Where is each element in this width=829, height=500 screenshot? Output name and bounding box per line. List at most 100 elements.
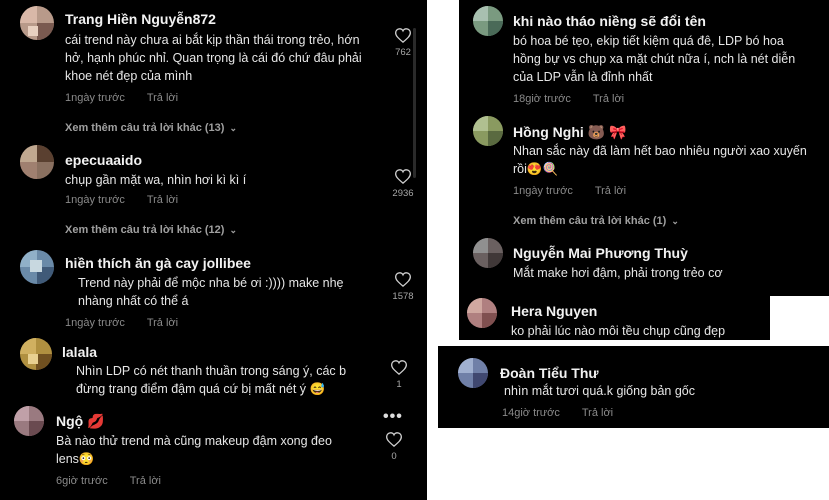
comment-text: Nhan sắc này đã làm hết bao nhiêu người …	[513, 142, 829, 178]
comment-text: ko phải lúc nào môi tều chụp cũng đẹp	[511, 322, 767, 340]
avatar[interactable]	[20, 338, 52, 370]
like-button[interactable]: 0	[374, 432, 414, 462]
comment-meta: 14giờ trước Trả lời	[502, 407, 613, 419]
avatar[interactable]	[20, 250, 54, 284]
commenter-name[interactable]: Hồng Nghi 🐻 🎀	[513, 124, 626, 141]
heart-icon	[395, 272, 411, 287]
view-more-replies-button[interactable]: Xem thêm câu trả lời khác (12) ⌄	[65, 224, 237, 236]
comment-line: hồng bự vs chụp xa mặt chút nữa í, nch l…	[513, 52, 796, 66]
comment-meta: 6giờ trước Trả lời	[56, 475, 161, 487]
comment: khi nào tháo niềng sẽ đổi tên bó hoa bé …	[473, 6, 829, 106]
comment-line: của LDP vẫn là đỉnh nhất	[513, 70, 653, 84]
commenter-name[interactable]: Nguyễn Mai Phương Thuỳ	[513, 245, 688, 261]
avatar[interactable]	[473, 116, 503, 146]
comment-line: nhàng nhất có thể á	[78, 294, 189, 308]
comment-line: cái trend này chưa ai bắt kịp thần thái …	[65, 33, 360, 47]
comment-line: bó hoa bé tẹo, ekip tiết kiệm quá đê, LD…	[513, 34, 784, 48]
comment-text: cái trend này chưa ai bắt kịp thần thái …	[65, 31, 385, 85]
view-more-label: Xem thêm câu trả lời khác (13)	[65, 122, 225, 134]
like-count: 1578	[392, 291, 414, 302]
comment: hiền thích ăn gà cay jollibee Trend này …	[20, 250, 420, 335]
avatar[interactable]	[14, 406, 44, 436]
commenter-name[interactable]: Trang Hiền Nguyễn872	[65, 11, 216, 27]
commenter-name[interactable]: Ngộ 💋	[56, 413, 105, 430]
chevron-down-icon: ⌄	[229, 225, 237, 235]
commenter-name[interactable]: hiền thích ăn gà cay jollibee	[65, 255, 251, 271]
comment-line: Trend này phải để mộc nha bé ơi :)))) ma…	[78, 276, 344, 290]
comment-line: khoe nét đẹp của mình	[65, 69, 193, 83]
heart-icon	[386, 432, 402, 447]
reply-button[interactable]: Trả lời	[147, 92, 178, 104]
comment: Ngộ 💋 Bà nào thử trend mà cũng makeup đậ…	[14, 406, 424, 496]
like-count: 2936	[392, 188, 414, 199]
reply-button[interactable]: Trả lời	[593, 93, 624, 105]
comment: Hồng Nghi 🐻 🎀 Nhan sắc này đã làm hết ba…	[473, 116, 829, 231]
comment-line: Mắt make hơi đậm, phải trong trẻo cơ	[513, 266, 723, 280]
timestamp: 18giờ trước	[513, 93, 571, 105]
like-count: 0	[391, 451, 397, 462]
avatar[interactable]	[20, 6, 54, 40]
heart-icon	[395, 169, 411, 184]
comment-line: đừng trang điểm đậm quá cứ bị mất nét ý …	[76, 382, 326, 396]
chevron-down-icon: ⌄	[229, 123, 237, 133]
timestamp: 1ngày trước	[65, 194, 125, 206]
avatar[interactable]	[467, 298, 497, 328]
comment: Nguyễn Mai Phương Thuỳ Mắt make hơi đậm,…	[473, 238, 829, 293]
comment-line: lens😳	[56, 452, 95, 466]
comment-line: ko phải lúc nào môi tều chụp cũng đẹp	[511, 324, 726, 338]
comment-line: hở, hạnh phúc nhỉ. Quan trọng là cái đó …	[65, 51, 362, 65]
comment-meta: 1ngày trước Trả lời	[65, 194, 178, 206]
comment: lalala Nhìn LDP có nét thanh thuần trong…	[20, 338, 420, 403]
reply-button[interactable]: Trả lời	[147, 194, 178, 206]
commenter-name[interactable]: khi nào tháo niềng sẽ đổi tên	[513, 13, 706, 29]
like-button[interactable]: 1578	[383, 272, 423, 302]
commenter-name[interactable]: Đoàn Tiểu Thư	[500, 365, 599, 381]
reply-button[interactable]: Trả lời	[582, 407, 613, 419]
right-comments-panel: khi nào tháo niềng sẽ đổi tên bó hoa bé …	[459, 0, 829, 296]
avatar[interactable]	[458, 358, 488, 388]
more-options-icon[interactable]: •••	[383, 408, 403, 426]
comment-text: Bà nào thử trend mà cũng makeup đậm xong…	[56, 432, 376, 468]
avatar[interactable]	[473, 6, 503, 36]
timestamp: 1ngày trước	[513, 185, 573, 197]
heart-icon	[391, 360, 407, 375]
chevron-down-icon: ⌄	[671, 216, 679, 226]
view-more-label: Xem thêm câu trả lời khác (12)	[65, 224, 225, 236]
like-button[interactable]: 1	[379, 360, 419, 390]
view-more-replies-button[interactable]: Xem thêm câu trả lời khác (13) ⌄	[65, 122, 237, 134]
heart-icon	[395, 28, 411, 43]
comment-text: bó hoa bé tẹo, ekip tiết kiệm quá đê, LD…	[513, 32, 829, 86]
like-button[interactable]: 762	[383, 28, 423, 58]
comment-crop: Đoàn Tiểu Thư nhìn mắt tươi quá.k giống …	[438, 346, 829, 428]
comment: Trang Hiền Nguyễn872 cái trend này chưa …	[20, 6, 420, 136]
comment-line: Bà nào thử trend mà cũng makeup đậm xong…	[56, 434, 332, 448]
comment-line: nhìn mắt tươi quá.k giống bản gốc	[504, 384, 695, 398]
comment-line: Nhan sắc này đã làm hết bao nhiêu người …	[513, 144, 807, 158]
comment: Hera Nguyen ko phải lúc nào môi tều chụp…	[467, 298, 767, 338]
reply-button[interactable]: Trả lời	[130, 475, 161, 487]
comment-line: Nhìn LDP có nét thanh thuần trong sáng ý…	[76, 364, 347, 378]
comment-line: rồi😍🍭	[513, 162, 559, 176]
comment-text: chụp gần mặt wa, nhìn hơi kì kì í	[65, 171, 385, 189]
timestamp: 1ngày trước	[65, 317, 125, 329]
left-comments-panel: Trang Hiền Nguyễn872 cái trend này chưa …	[0, 0, 427, 500]
comment-text: nhìn mắt tươi quá.k giống bản gốc	[504, 382, 814, 400]
reply-button[interactable]: Trả lời	[595, 185, 626, 197]
commenter-name[interactable]: Hera Nguyen	[511, 303, 597, 319]
comment-crop: Hera Nguyen ko phải lúc nào môi tều chụp…	[459, 296, 770, 340]
timestamp: 14giờ trước	[502, 407, 560, 419]
comment-meta: 18giờ trước Trả lời	[513, 93, 624, 105]
like-count: 1	[396, 379, 402, 390]
view-more-label: Xem thêm câu trả lời khác (1)	[513, 215, 667, 227]
avatar[interactable]	[20, 145, 54, 179]
reply-button[interactable]: Trả lời	[147, 317, 178, 329]
avatar[interactable]	[473, 238, 503, 268]
commenter-name[interactable]: epecuaaido	[65, 152, 142, 168]
commenter-name[interactable]: lalala	[62, 344, 97, 360]
timestamp: 6giờ trước	[56, 475, 108, 487]
like-button[interactable]: 2936	[383, 169, 423, 199]
comment: Đoàn Tiểu Thư nhìn mắt tươi quá.k giống …	[458, 358, 818, 428]
comment-meta: 1ngày trước Trả lời	[65, 317, 178, 329]
like-count: 762	[395, 47, 411, 58]
view-more-replies-button[interactable]: Xem thêm câu trả lời khác (1) ⌄	[513, 215, 679, 227]
